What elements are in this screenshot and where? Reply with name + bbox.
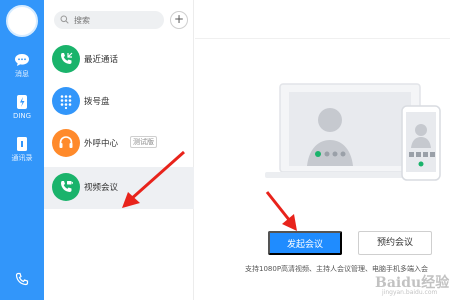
video-conference-illustration <box>265 83 441 181</box>
list-item-label: 最近通话 <box>84 55 119 65</box>
annotation-arrow <box>122 150 185 208</box>
nav-item-ding[interactable]: DING <box>0 94 44 121</box>
ding-icon <box>17 95 27 109</box>
main-content: 发起会议 预约会议 支持1080P高清视频、主持人会议管理、电脑手机多端入会 <box>195 0 450 300</box>
search-icon <box>60 15 69 24</box>
nav-label-messages: 消息 <box>15 70 29 78</box>
dialpad-icon <box>52 87 80 115</box>
headset-icon <box>52 129 80 157</box>
annotation-arrow <box>265 191 297 231</box>
list-item-label: 外呼中心 <box>84 139 119 149</box>
list-item-recent-calls[interactable]: 最近通话 <box>44 39 194 81</box>
search-input[interactable] <box>54 11 164 29</box>
nav-rail: 消息 DING 通讯录 <box>0 0 44 300</box>
list-item-dialpad[interactable]: 拨号盘 <box>44 81 194 123</box>
nav-label-contacts: 通讯录 <box>11 154 33 162</box>
add-button[interactable]: + <box>170 11 188 29</box>
divider <box>195 38 450 39</box>
chat-bubble-icon <box>15 54 29 66</box>
nav-item-phone[interactable] <box>0 272 44 286</box>
nav-label-ding: DING <box>12 112 32 120</box>
contacts-icon <box>17 137 27 151</box>
avatar[interactable] <box>6 5 38 37</box>
phone-in-icon <box>52 45 80 73</box>
list-item-label: 视频会议 <box>84 183 119 193</box>
phone-icon <box>15 272 29 286</box>
schedule-meeting-button[interactable]: 预约会议 <box>358 231 432 255</box>
nav-item-contacts[interactable]: 通讯录 <box>0 136 44 163</box>
list-item-label: 拨号盘 <box>84 97 110 107</box>
beta-badge: 测试版 <box>130 136 157 148</box>
nav-item-messages[interactable]: 消息 <box>0 52 44 79</box>
video-call-icon <box>52 173 80 201</box>
watermark-url: jingyan.baidu.com <box>382 289 438 296</box>
